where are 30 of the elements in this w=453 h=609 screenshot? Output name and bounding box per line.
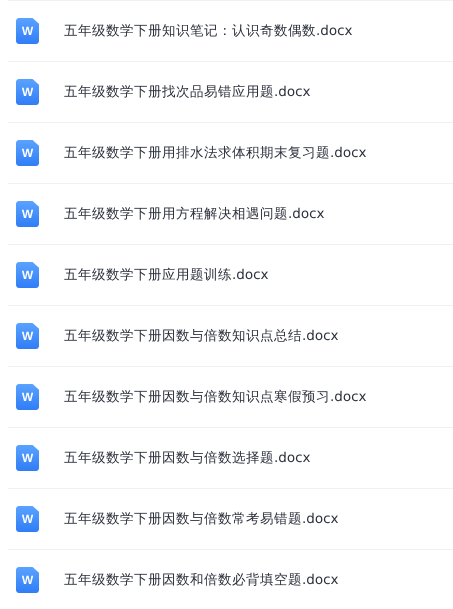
- file-row[interactable]: W 五年级数学下册因数与倍数选择题.docx: [8, 427, 453, 488]
- file-name: 五年级数学下册因数与倍数知识点总结.docx: [64, 327, 339, 345]
- document-icon: W: [16, 201, 39, 227]
- file-row[interactable]: W 五年级数学下册因数与倍数知识点总结.docx: [8, 305, 453, 366]
- file-name: 五年级数学下册因数与倍数选择题.docx: [64, 449, 311, 467]
- file-row[interactable]: W 五年级数学下册用方程解决相遇问题.docx: [8, 183, 453, 244]
- file-row[interactable]: W 五年级数学下册用排水法求体积期末复习题.docx: [8, 122, 453, 183]
- document-icon: W: [16, 567, 39, 593]
- document-icon: W: [16, 79, 39, 105]
- document-icon: W: [16, 262, 39, 288]
- file-row[interactable]: W 五年级数学下册应用题训练.docx: [8, 244, 453, 305]
- document-icon: W: [16, 323, 39, 349]
- file-row[interactable]: W 五年级数学下册找次品易错应用题.docx: [8, 61, 453, 122]
- file-row[interactable]: W 五年级数学下册因数与倍数常考易错题.docx: [8, 488, 453, 549]
- document-icon: W: [16, 506, 39, 532]
- file-name: 五年级数学下册因数和倍数必背填空题.docx: [64, 571, 339, 589]
- file-name: 五年级数学下册知识笔记：认识奇数偶数.docx: [64, 22, 353, 40]
- file-row[interactable]: W 五年级数学下册因数与倍数知识点寒假预习.docx: [8, 366, 453, 427]
- document-icon: W: [16, 140, 39, 166]
- file-name: 五年级数学下册用方程解决相遇问题.docx: [64, 205, 325, 223]
- file-name: 五年级数学下册因数与倍数知识点寒假预习.docx: [64, 388, 367, 406]
- file-name: 五年级数学下册因数与倍数常考易错题.docx: [64, 510, 339, 528]
- file-name: 五年级数学下册用排水法求体积期末复习题.docx: [64, 144, 367, 162]
- document-icon: W: [16, 445, 39, 471]
- file-row[interactable]: W 五年级数学下册知识笔记：认识奇数偶数.docx: [8, 0, 453, 61]
- document-icon: W: [16, 18, 39, 44]
- file-name: 五年级数学下册找次品易错应用题.docx: [64, 83, 311, 101]
- document-icon: W: [16, 384, 39, 410]
- file-row[interactable]: W 五年级数学下册因数和倍数必背填空题.docx: [8, 549, 453, 609]
- file-name: 五年级数学下册应用题训练.docx: [64, 266, 269, 284]
